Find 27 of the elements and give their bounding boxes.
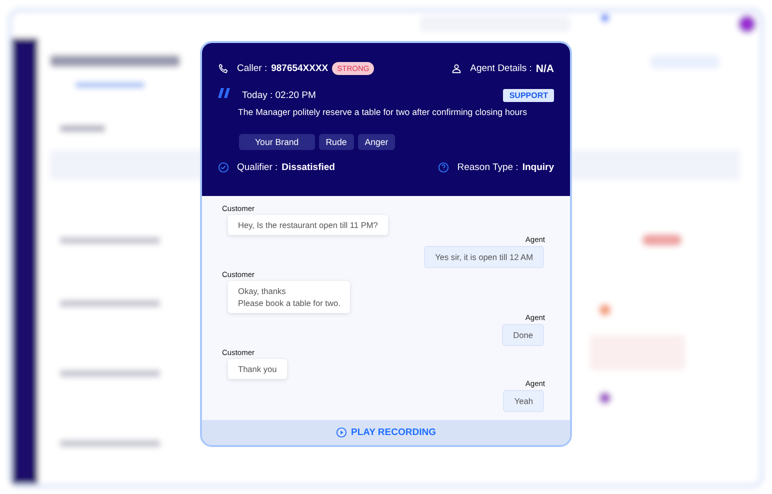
chat-bubble: Done <box>502 324 544 346</box>
check-circle-icon <box>218 162 229 173</box>
tag: Rude <box>318 134 354 150</box>
reason-label: Reason Type : <box>457 162 518 173</box>
caller-number: 987654XXXX <box>271 63 328 74</box>
help-icon <box>438 162 450 173</box>
agent-label: Agent Details : <box>470 63 532 74</box>
call-time: Today : 02:20 PM <box>242 90 316 101</box>
tag: Anger <box>358 134 396 150</box>
call-summary: The Manager politely reserve a table for two after confirming closing hours <box>238 107 528 117</box>
person-icon <box>451 63 462 74</box>
caller-label: Caller : <box>237 63 268 74</box>
play-icon <box>336 427 347 438</box>
chat-bubble: Yeah <box>503 390 544 412</box>
reason-value: Inquiry <box>522 162 554 173</box>
chat-bubble: Yes sir, it is open till 12 AM <box>424 246 544 268</box>
play-recording-button[interactable]: PLAY RECORDING <box>334 425 438 440</box>
chat-bubble: Okay, thanks Please book a table for two. <box>228 281 350 313</box>
qualifier-label: Qualifier : <box>237 162 278 173</box>
phone-icon <box>218 63 229 74</box>
category-badge: SUPPORT <box>503 89 554 102</box>
quote-icon <box>218 88 230 98</box>
qualifier-value: Dissatisfied <box>282 162 335 173</box>
chat-bubble: Thank you <box>228 359 287 379</box>
chat-bubble: Hey, Is the restaurant open till 11 PM? <box>228 215 388 235</box>
tag: Your Brand <box>239 134 315 150</box>
agent-value: N/A <box>536 62 554 74</box>
